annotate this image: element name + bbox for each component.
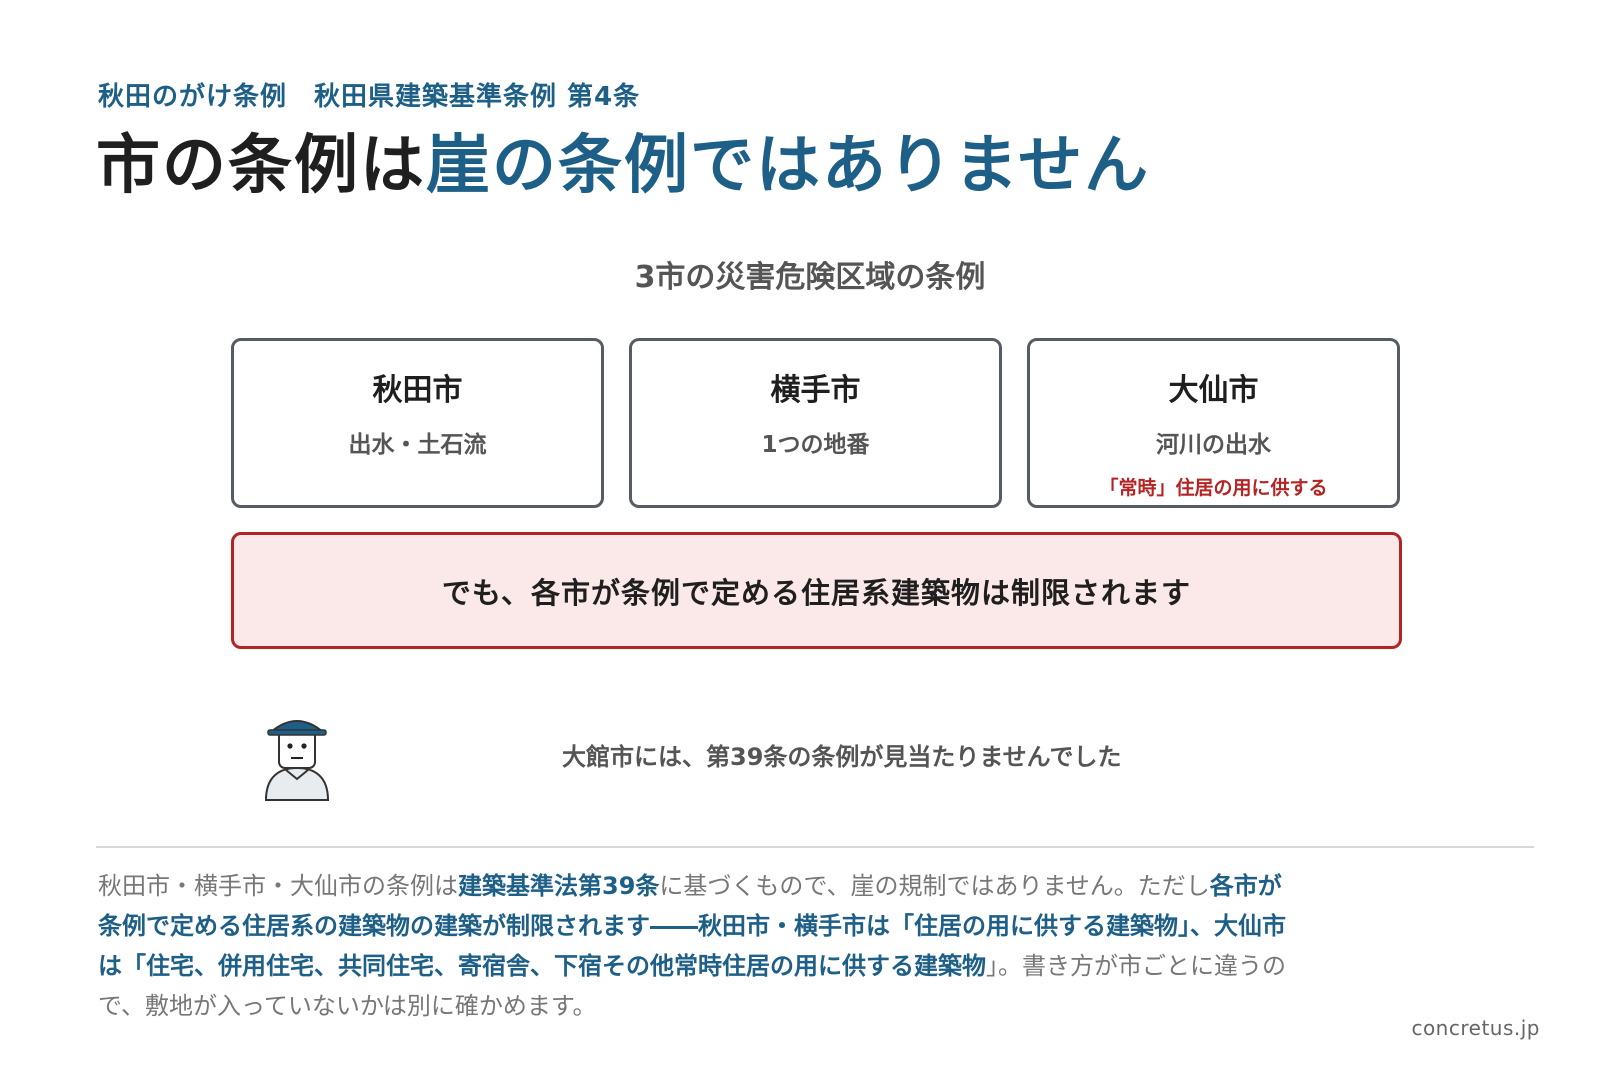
page-subtitle: 秋田のがけ条例 秋田県建築基準条例 第4条 (98, 82, 641, 112)
city-scope: 出水・土石流 (348, 432, 487, 458)
page-title: 市の条例は崖の条例ではありません (96, 128, 1150, 205)
city-name: 横手市 (770, 373, 861, 408)
page-title-highlight: 崖の条例ではありません (426, 129, 1151, 203)
person-with-cap-icon (264, 720, 330, 801)
city-scope: 河川の出水 (1156, 432, 1271, 458)
city-name: 秋田市 (372, 373, 463, 408)
city-card-akita: 秋田市 出水・土石流 (231, 338, 604, 508)
explanation-text: に基づくもので、崖の規制ではありません。ただし (659, 872, 1210, 900)
city-scope: 1つの地番 (761, 432, 870, 458)
explanation-highlight: 建築基準法第39条 (458, 872, 660, 900)
city-card-daisen: 大仙市 河川の出水 「常時」住居の用に供する (1027, 338, 1400, 508)
city-note: 「常時」住居の用に供する (1099, 477, 1328, 499)
explanation-paragraph: 秋田市・横手市・大仙市の条例は建築基準法第39条に基づくもので、崖の規制ではあり… (98, 866, 1288, 1026)
remark-text: 大館市には、第39条の条例が見当たりませんでした (562, 743, 1122, 771)
city-name: 大仙市 (1168, 373, 1259, 408)
page-title-dark: 市の条例は (96, 129, 426, 203)
divider (96, 846, 1534, 848)
section-heading: 3市の災害危険区域の条例 (634, 260, 986, 295)
restriction-alert: でも、各市が条例で定める住居系建築物は制限されます (231, 532, 1402, 649)
restriction-alert-text: でも、各市が条例で定める住居系建築物は制限されます (441, 575, 1192, 610)
site-credit: concretus.jp (1411, 1016, 1540, 1040)
city-card-yokote: 横手市 1つの地番 (629, 338, 1002, 508)
explanation-text: 秋田市・横手市・大仙市の条例は (98, 872, 458, 900)
